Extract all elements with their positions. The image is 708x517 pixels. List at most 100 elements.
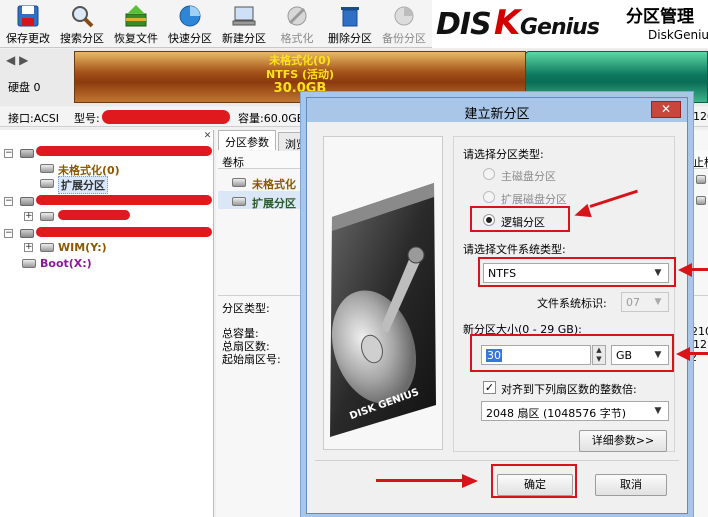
quick-partition-icon (179, 5, 201, 27)
field-partition-type: 分区类型: (222, 302, 270, 315)
partition-icon (232, 178, 246, 187)
capacity-text: 容量:60.0GB (238, 112, 305, 125)
row-label: 扩展分区 (252, 197, 296, 210)
diskgenius-logo-icon: DIS K Genius (436, 3, 601, 43)
redaction-mark (36, 227, 212, 237)
brand-subtitle: DiskGeniu (648, 28, 708, 42)
fs-id-value: 07 (626, 296, 640, 309)
collapse-icon[interactable]: − (4, 197, 13, 206)
align-value: 2048 扇区 (1048576 字节) (486, 407, 627, 420)
quick-partition-label: 快速分区 (168, 32, 212, 45)
tab-partition-params[interactable]: 分区参数 (218, 130, 276, 150)
collapse-icon[interactable]: − (4, 149, 13, 158)
brand-logo: DIS K Genius (436, 3, 626, 51)
cancel-button[interactable]: 取消 (595, 474, 667, 496)
hard-disk-illustration: DISK GENIUS (323, 136, 443, 450)
disk-label: 硬盘 0 (8, 81, 41, 94)
tree-item-label: Boot(X:) (40, 257, 92, 270)
annotation-arrow-head (678, 263, 692, 277)
tree-item-label: 扩展分区 (58, 176, 108, 194)
redaction-mark (102, 110, 230, 124)
save-button[interactable]: 保存更改 (2, 0, 54, 48)
partition-icon (40, 179, 54, 188)
align-checkbox[interactable]: ✓ (483, 381, 496, 394)
close-pane-icon[interactable]: ✕ (202, 131, 213, 142)
partition-icon (40, 164, 54, 173)
brand-title: 分区管理 (626, 7, 694, 27)
new-partition-button[interactable]: 新建分区 (218, 0, 270, 48)
expand-icon[interactable]: + (24, 243, 33, 252)
recover-files-button[interactable]: 恢复文件 (110, 0, 162, 48)
recover-files-label: 恢复文件 (114, 32, 158, 45)
dialog-title-bar[interactable]: 建立新分区 ✕ (307, 98, 687, 122)
col-volume-label: 卷标 (222, 156, 244, 169)
chevron-down-icon: ▼ (654, 297, 662, 307)
backup-partition-icon (394, 6, 414, 26)
interface-text: 接口:ACSI (8, 112, 59, 125)
partition-segment-extended[interactable] (525, 51, 708, 103)
delete-partition-label: 删除分区 (328, 32, 372, 45)
redaction-mark (36, 146, 212, 156)
partition-icon (232, 197, 246, 206)
segment-fs: NTFS (活动) (265, 68, 335, 81)
details-button[interactable]: 详细参数>> (579, 430, 667, 452)
recover-files-icon (125, 5, 147, 27)
highlight-fs-select (478, 257, 676, 287)
info-right-fragment: 9120 (686, 110, 708, 123)
fs-id-select[interactable]: 07 ▼ (621, 292, 669, 312)
primary-partition-label: 主磁盘分区 (501, 170, 556, 183)
partition-icon (22, 259, 36, 268)
format-icon (287, 6, 307, 26)
expand-icon[interactable]: + (24, 212, 33, 221)
close-button[interactable]: ✕ (651, 101, 681, 118)
app-window: 保存更改 搜索分区 恢复文件 快速分区 新建分区 格式化 删除分区 备份分区 D… (0, 0, 708, 517)
save-icon (17, 5, 39, 27)
radio-extended-partition[interactable] (483, 191, 495, 203)
annotation-arrow-head (462, 474, 478, 488)
search-partition-label: 搜索分区 (60, 32, 104, 45)
partition-icon (40, 212, 54, 221)
collapse-icon[interactable]: − (4, 229, 13, 238)
redaction-mark (36, 195, 212, 205)
backup-partition-label: 备份分区 (382, 32, 426, 45)
annotation-arrow (688, 352, 708, 355)
partition-icon (40, 243, 54, 252)
chevron-right-icon[interactable]: ▶ (19, 53, 28, 67)
quick-partition-button[interactable]: 快速分区 (164, 0, 216, 48)
svg-text:Genius: Genius (520, 15, 600, 40)
hard-disk-icon (20, 149, 34, 158)
row-label: 未格式化 (252, 178, 296, 191)
chevron-left-icon[interactable]: ◀ (6, 53, 15, 67)
annotation-arrow (690, 268, 708, 271)
close-icon: ✕ (660, 102, 672, 116)
dialog-title: 建立新分区 (464, 107, 530, 122)
segment-size: 30.0GB (273, 81, 327, 96)
disk-nav-arrows[interactable]: ◀ ▶ (6, 53, 28, 67)
new-partition-dialog: 建立新分区 ✕ DISK GENIUS 请选择分区类型: 主磁盘分区 扩展磁盘分… (306, 97, 688, 514)
save-label: 保存更改 (6, 32, 50, 45)
svg-text:DIS: DIS (436, 7, 491, 42)
radio-primary-partition[interactable] (483, 168, 495, 180)
fs-type-prompt: 请选择文件系统类型: (463, 243, 566, 256)
format-button[interactable]: 格式化 (272, 0, 322, 48)
align-select[interactable]: 2048 扇区 (1048576 字节) ▼ (481, 401, 669, 421)
new-partition-icon (232, 6, 256, 26)
fs-id-label: 文件系统标识: (537, 297, 607, 310)
model-label: 型号: (74, 112, 100, 125)
segment-name: 未格式化(0) (269, 54, 331, 67)
search-partition-button[interactable]: 搜索分区 (56, 0, 108, 48)
hard-disk-icon (20, 197, 34, 206)
highlight-logical-partition (470, 206, 570, 232)
backup-partition-button[interactable]: 备份分区 (378, 0, 430, 48)
redaction-mark (58, 210, 130, 220)
align-label: 对齐到下列扇区数的整数倍: (501, 383, 637, 396)
format-label: 格式化 (280, 32, 314, 45)
annotation-arrow-head (676, 347, 690, 361)
search-icon (72, 6, 94, 28)
tree-item-label: WIM(Y:) (58, 241, 107, 254)
highlight-ok-button (491, 464, 577, 498)
delete-partition-icon (341, 7, 359, 27)
highlight-size-input (470, 334, 674, 372)
delete-partition-button[interactable]: 删除分区 (324, 0, 376, 48)
field-start-sector: 起始扇区号: (222, 353, 281, 366)
